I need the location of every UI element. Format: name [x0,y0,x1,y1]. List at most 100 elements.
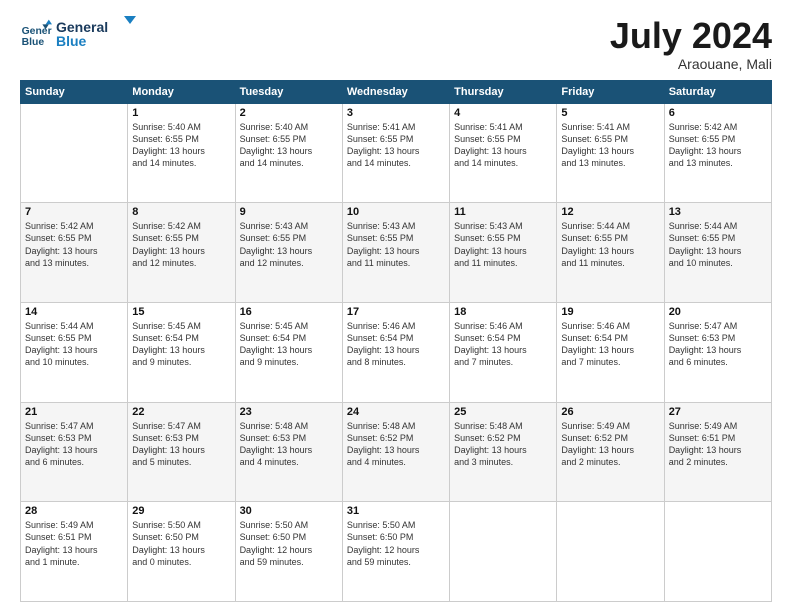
table-cell: 13 Sunrise: 5:44 AM Sunset: 6:55 PM Dayli… [664,203,771,303]
table-cell: 22Sunrise: 5:47 AM Sunset: 6:53 PM Dayli… [128,402,235,502]
day-number: 10 [347,206,445,218]
day-info: Sunrise: 5:45 AM Sunset: 6:54 PM Dayligh… [240,320,338,369]
day-info: Sunrise: 5:42 AM Sunset: 6:55 PM Dayligh… [25,220,123,269]
week-row-3: 14 Sunrise: 5:44 AM Sunset: 6:55 PM Dayli… [21,302,772,402]
day-info: Sunrise: 5:47 AM Sunset: 6:53 PM Dayligh… [669,320,767,369]
table-cell: 14 Sunrise: 5:44 AM Sunset: 6:55 PM Dayli… [21,302,128,402]
day-number: 25 [454,406,552,418]
table-cell [557,502,664,602]
logo: General Blue General Blue [20,16,136,52]
day-info: Sunrise: 5:45 AM Sunset: 6:54 PM Dayligh… [132,320,230,369]
table-cell: 17Sunrise: 5:46 AM Sunset: 6:54 PM Dayli… [342,302,449,402]
day-info: Sunrise: 5:46 AM Sunset: 6:54 PM Dayligh… [454,320,552,369]
table-cell [21,103,128,203]
table-cell: 21Sunrise: 5:47 AM Sunset: 6:53 PM Dayli… [21,402,128,502]
day-number: 12 [561,206,659,218]
day-number: 5 [561,107,659,119]
day-info: Sunrise: 5:43 AM Sunset: 6:55 PM Dayligh… [454,220,552,269]
title-month: July 2024 [610,16,772,56]
table-cell: 3Sunrise: 5:41 AM Sunset: 6:55 PM Daylig… [342,103,449,203]
table-cell: 31 Sunrise: 5:50 AM Sunset: 6:50 PM Dayli… [342,502,449,602]
table-cell: 2 Sunrise: 5:40 AM Sunset: 6:55 PM Daylig… [235,103,342,203]
calendar-header-row: Sunday Monday Tuesday Wednesday Thursday… [21,80,772,103]
col-friday: Friday [557,80,664,103]
table-cell: 8 Sunrise: 5:42 AM Sunset: 6:55 PM Daylig… [128,203,235,303]
table-cell: 18 Sunrise: 5:46 AM Sunset: 6:54 PM Dayli… [450,302,557,402]
day-number: 27 [669,406,767,418]
col-tuesday: Tuesday [235,80,342,103]
table-cell: 29Sunrise: 5:50 AM Sunset: 6:50 PM Dayli… [128,502,235,602]
day-number: 11 [454,206,552,218]
day-info: Sunrise: 5:49 AM Sunset: 6:52 PM Dayligh… [561,420,659,469]
table-cell: 28Sunrise: 5:49 AM Sunset: 6:51 PM Dayli… [21,502,128,602]
day-info: Sunrise: 5:50 AM Sunset: 6:50 PM Dayligh… [347,519,445,568]
day-info: Sunrise: 5:40 AM Sunset: 6:55 PM Dayligh… [132,121,230,170]
table-cell: 19Sunrise: 5:46 AM Sunset: 6:54 PM Dayli… [557,302,664,402]
table-cell: 4 Sunrise: 5:41 AM Sunset: 6:55 PM Daylig… [450,103,557,203]
week-row-4: 21Sunrise: 5:47 AM Sunset: 6:53 PM Dayli… [21,402,772,502]
day-info: Sunrise: 5:41 AM Sunset: 6:55 PM Dayligh… [561,121,659,170]
table-cell [664,502,771,602]
col-sunday: Sunday [21,80,128,103]
table-cell: 15 Sunrise: 5:45 AM Sunset: 6:54 PM Dayli… [128,302,235,402]
svg-text:General: General [22,26,52,37]
table-cell: 24 Sunrise: 5:48 AM Sunset: 6:52 PM Dayli… [342,402,449,502]
day-number: 14 [25,306,123,318]
day-number: 20 [669,306,767,318]
day-number: 31 [347,505,445,517]
day-info: Sunrise: 5:41 AM Sunset: 6:55 PM Dayligh… [454,121,552,170]
day-info: Sunrise: 5:44 AM Sunset: 6:55 PM Dayligh… [25,320,123,369]
day-number: 6 [669,107,767,119]
day-info: Sunrise: 5:46 AM Sunset: 6:54 PM Dayligh… [561,320,659,369]
day-number: 17 [347,306,445,318]
col-wednesday: Wednesday [342,80,449,103]
table-cell: 6 Sunrise: 5:42 AM Sunset: 6:55 PM Daylig… [664,103,771,203]
page: General Blue General Blue July 2024 Arao… [0,0,792,612]
day-info: Sunrise: 5:43 AM Sunset: 6:55 PM Dayligh… [347,220,445,269]
week-row-1: 1Sunrise: 5:40 AM Sunset: 6:55 PM Daylig… [21,103,772,203]
svg-text:Blue: Blue [56,33,87,49]
table-cell: 7 Sunrise: 5:42 AM Sunset: 6:55 PM Daylig… [21,203,128,303]
day-info: Sunrise: 5:42 AM Sunset: 6:55 PM Dayligh… [669,121,767,170]
day-info: Sunrise: 5:44 AM Sunset: 6:55 PM Dayligh… [669,220,767,269]
day-info: Sunrise: 5:50 AM Sunset: 6:50 PM Dayligh… [132,519,230,568]
week-row-2: 7 Sunrise: 5:42 AM Sunset: 6:55 PM Daylig… [21,203,772,303]
table-cell: 9 Sunrise: 5:43 AM Sunset: 6:55 PM Daylig… [235,203,342,303]
table-cell: 10 Sunrise: 5:43 AM Sunset: 6:55 PM Dayli… [342,203,449,303]
table-cell: 5 Sunrise: 5:41 AM Sunset: 6:55 PM Daylig… [557,103,664,203]
calendar-table: Sunday Monday Tuesday Wednesday Thursday… [20,80,772,602]
table-cell: 23Sunrise: 5:48 AM Sunset: 6:53 PM Dayli… [235,402,342,502]
table-cell: 26Sunrise: 5:49 AM Sunset: 6:52 PM Dayli… [557,402,664,502]
day-number: 4 [454,107,552,119]
table-cell: 16 Sunrise: 5:45 AM Sunset: 6:54 PM Dayli… [235,302,342,402]
day-number: 13 [669,206,767,218]
col-thursday: Thursday [450,80,557,103]
table-cell: 20 Sunrise: 5:47 AM Sunset: 6:53 PM Dayli… [664,302,771,402]
day-number: 15 [132,306,230,318]
col-monday: Monday [128,80,235,103]
day-info: Sunrise: 5:40 AM Sunset: 6:55 PM Dayligh… [240,121,338,170]
day-number: 30 [240,505,338,517]
day-info: Sunrise: 5:48 AM Sunset: 6:52 PM Dayligh… [454,420,552,469]
day-number: 18 [454,306,552,318]
table-cell: 11 Sunrise: 5:43 AM Sunset: 6:55 PM Dayli… [450,203,557,303]
title-block: July 2024 Araouane, Mali [610,16,772,72]
day-info: Sunrise: 5:42 AM Sunset: 6:55 PM Dayligh… [132,220,230,269]
day-number: 21 [25,406,123,418]
day-info: Sunrise: 5:41 AM Sunset: 6:55 PM Dayligh… [347,121,445,170]
day-number: 22 [132,406,230,418]
day-info: Sunrise: 5:44 AM Sunset: 6:55 PM Dayligh… [561,220,659,269]
day-number: 23 [240,406,338,418]
day-info: Sunrise: 5:43 AM Sunset: 6:55 PM Dayligh… [240,220,338,269]
day-number: 9 [240,206,338,218]
day-number: 16 [240,306,338,318]
day-info: Sunrise: 5:48 AM Sunset: 6:52 PM Dayligh… [347,420,445,469]
day-number: 7 [25,206,123,218]
day-info: Sunrise: 5:49 AM Sunset: 6:51 PM Dayligh… [669,420,767,469]
day-info: Sunrise: 5:49 AM Sunset: 6:51 PM Dayligh… [25,519,123,568]
day-number: 8 [132,206,230,218]
table-cell [450,502,557,602]
day-number: 2 [240,107,338,119]
day-number: 24 [347,406,445,418]
svg-text:Blue: Blue [22,37,45,48]
